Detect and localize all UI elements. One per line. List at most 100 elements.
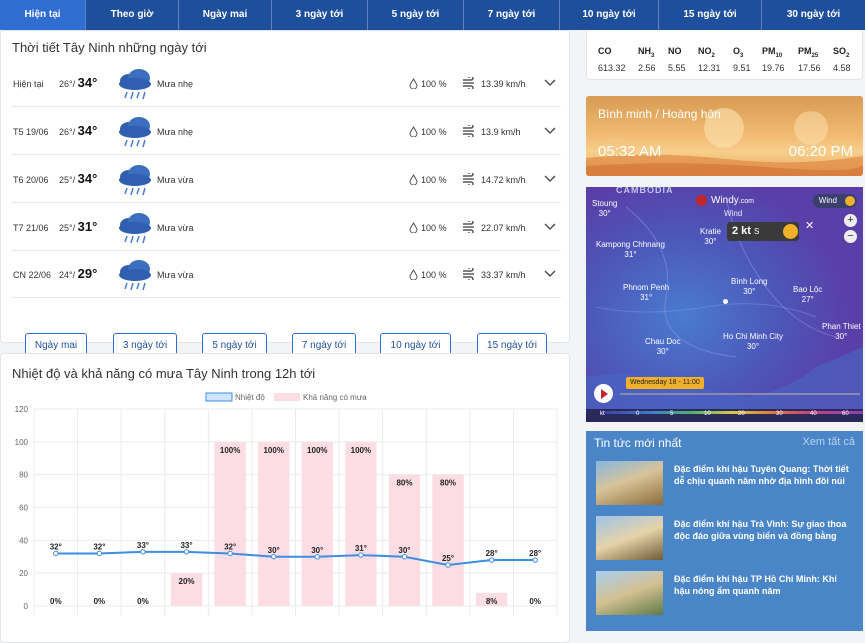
rain-cloud-icon — [119, 69, 151, 100]
air-quality-item: CO 613.32 — [598, 46, 634, 73]
rain-chance: 100 % — [421, 223, 447, 233]
wind-speed: 13.39 km/h — [481, 79, 526, 89]
temperature-point — [445, 562, 451, 568]
tab-ngay-mai[interactable]: Ngày mai — [179, 0, 272, 30]
temp-low: 25° — [59, 175, 73, 185]
zoom-in-button[interactable]: + — [844, 214, 857, 227]
air-quality-item: SO2 4.58 — [833, 46, 865, 73]
temperature-label: 31° — [355, 544, 367, 553]
forecast-temp: 25°/ 31° — [59, 219, 98, 234]
rain-cloud-icon — [119, 165, 151, 196]
y-tick-label: 40 — [19, 536, 28, 545]
rain-bar — [301, 441, 333, 606]
rain-bar — [258, 441, 290, 606]
windy-map[interactable]: CAMBODIA Windy.com Wind Wind + − 2 kt S … — [586, 187, 863, 422]
wind-scale-label: 0 — [636, 411, 640, 417]
raindrop-icon — [409, 269, 418, 280]
news-item[interactable]: Đặc điểm khí hậu Tuyên Quang: Thời tiết … — [596, 461, 858, 505]
rain-chance: 100 % — [421, 175, 447, 185]
map-place-label: Chau Doc 30° — [645, 337, 681, 356]
map-place-label: Bình Long 30° — [731, 277, 768, 296]
temperature-label: 30° — [268, 546, 280, 555]
tab-7-ngay[interactable]: 7 ngày tới — [464, 0, 560, 30]
forecast-temp: 25°/ 34° — [59, 171, 98, 186]
pollutant-name: SO2 — [833, 46, 850, 59]
tab-30-ngay[interactable]: 30 ngày tới — [762, 0, 865, 30]
temp-low: 26° — [59, 79, 73, 89]
sunset-time: 06:20 PM — [788, 143, 853, 160]
air-quality-item: NO2 12.31 — [698, 46, 734, 73]
tab-10-ngay[interactable]: 10 ngày tới — [560, 0, 659, 30]
raindrop-icon — [409, 174, 418, 185]
rain-temp-chart: Nhiệt độ Khả năng có mưa 0 20 40 60 80 100 120 0%… — [15, 392, 558, 616]
air-quality-item: PM25 17.56 — [798, 46, 834, 73]
forecast-day: Hiện tại — [13, 79, 44, 89]
wind-icon — [463, 77, 474, 89]
news-more-link[interactable]: Xem tất cả — [802, 436, 855, 448]
wind-scale-label: 60 — [842, 411, 849, 417]
map-place-label: Stoung 30° — [592, 199, 618, 218]
temperature-point — [488, 557, 495, 563]
forecast-row[interactable]: T6 20/06 25°/ 34° Mưa vừa 100 % 14.72 km/h — [11, 156, 561, 203]
news-item-title: Đặc điểm khí hậu Tuyên Quang: Thời tiết … — [674, 464, 849, 486]
chevron-down-icon[interactable] — [544, 77, 556, 87]
raindrop-icon — [409, 222, 418, 233]
wind-speed: 22.07 km/h — [481, 223, 526, 233]
temperature-point — [183, 549, 190, 555]
timeline-track[interactable] — [620, 393, 860, 395]
pollutant-name: CO — [598, 46, 612, 56]
forecast-row[interactable]: T7 21/06 25°/ 31° Mưa vừa 100 % 22.07 km/h — [11, 204, 561, 251]
tab-hien-tai[interactable]: Hiện tại — [0, 0, 86, 30]
tab-theo-gio[interactable]: Theo giờ — [86, 0, 179, 30]
pollutant-name: PM10 — [762, 46, 783, 59]
close-icon[interactable]: ✕ — [805, 219, 814, 232]
rain-bar-label: 20% — [179, 577, 195, 586]
temperature-point — [271, 554, 277, 560]
zoom-out-button[interactable]: − — [844, 230, 857, 243]
news-item[interactable]: Đặc điểm khí hậu Trà Vinh: Sự giao thoa … — [596, 516, 858, 560]
forecast-temp: 24°/ 29° — [59, 266, 98, 281]
forecast-desc: Mưa nhẹ — [157, 79, 194, 89]
rain-bar-label: 100% — [351, 446, 371, 455]
temperature-label: 30° — [398, 546, 410, 555]
wind-icon — [463, 125, 474, 137]
tab-15-ngay[interactable]: 15 ngày tới — [659, 0, 762, 30]
chevron-down-icon[interactable] — [544, 173, 556, 183]
play-button[interactable] — [594, 384, 613, 403]
play-icon — [601, 389, 608, 399]
forecast-desc: Mưa nhẹ — [157, 127, 194, 137]
map-date-badge: Wednesday 18 - 11:00 — [626, 377, 704, 389]
wind-scale-label: kt — [600, 411, 605, 417]
news-thumbnail — [596, 461, 663, 505]
y-tick-label: 120 — [15, 405, 29, 414]
temperature-label: 30° — [311, 546, 323, 555]
forecast-temp: 26°/ 34° — [59, 123, 98, 138]
y-tick-label: 80 — [19, 471, 28, 480]
rain-bar — [345, 441, 377, 606]
map-country-label: CAMBODIA — [616, 187, 674, 195]
temp-high: 34° — [77, 171, 98, 186]
y-tick-label: 100 — [15, 438, 29, 447]
news-item[interactable]: Đặc điểm khí hậu TP Hồ Chí Minh: Khí hậu… — [596, 571, 858, 615]
chevron-down-icon[interactable] — [544, 268, 556, 278]
forecast-card: Thời tiết Tây Ninh những ngày tới Hiện t… — [0, 30, 570, 359]
tab-3-ngay[interactable]: 3 ngày tới — [272, 0, 368, 30]
news-card: Tin tức mới nhất Xem tất cả Đặc điểm khí… — [586, 431, 863, 631]
map-layer-label: Wind — [724, 209, 743, 218]
wind-speed: 13.9 km/h — [481, 127, 521, 137]
y-tick-label: 0 — [24, 602, 29, 611]
forecast-day: T6 20/06 — [13, 175, 49, 185]
forecast-desc: Mưa vừa — [157, 175, 194, 185]
temp-low: 25° — [59, 223, 73, 233]
chevron-down-icon[interactable] — [544, 125, 556, 135]
chevron-down-icon[interactable] — [544, 221, 556, 231]
forecast-row[interactable]: CN 22/06 24°/ 29° Mưa vừa 100 % 33.37 km/h — [11, 251, 561, 298]
tab-5-ngay[interactable]: 5 ngày tới — [368, 0, 464, 30]
forecast-row[interactable]: Hiện tại 26°/ 34° Mưa nhẹ 100 % 13.39 km/h — [11, 60, 561, 107]
temperature-point — [227, 550, 233, 557]
wind-speed: 14.72 km/h — [481, 175, 526, 185]
rain-bar-label: 0% — [137, 597, 149, 606]
forecast-row[interactable]: T5 19/06 26°/ 34° Mưa nhẹ 100 % 13.9 km/h — [11, 108, 561, 155]
news-item-title: Đặc điểm khí hậu TP Hồ Chí Minh: Khí hậu… — [674, 574, 837, 596]
rain-bar — [432, 474, 464, 606]
